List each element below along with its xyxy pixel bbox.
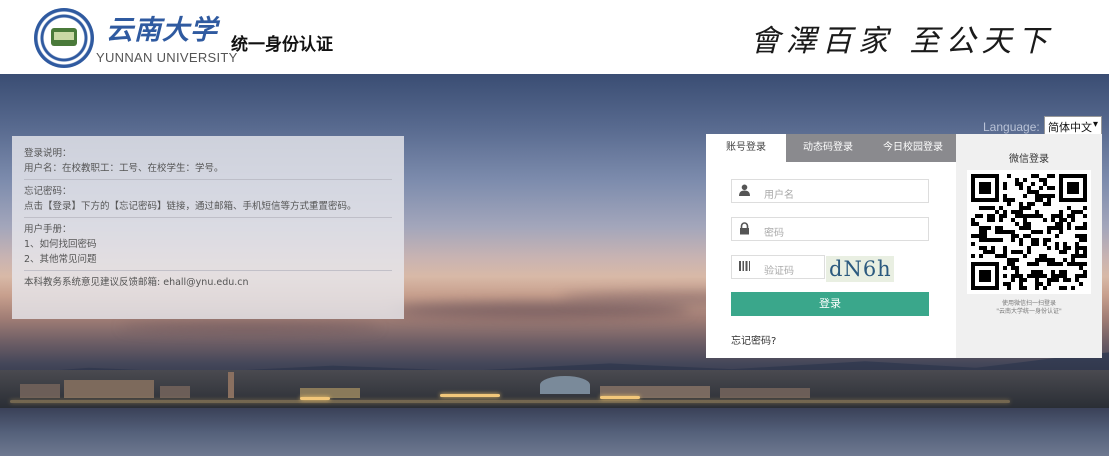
tab-account-login[interactable]: 账号登录 bbox=[706, 134, 786, 162]
username-placeholder: 用户名 bbox=[764, 190, 794, 201]
password-placeholder: 密码 bbox=[764, 228, 784, 239]
info-line: 用户手册： bbox=[24, 224, 72, 235]
captcha-placeholder: 验证码 bbox=[764, 266, 794, 277]
university-motto: 會澤百家 至公天下 bbox=[750, 24, 1054, 59]
password-field[interactable]: 密码 bbox=[731, 217, 929, 241]
info-line: 登录说明： bbox=[24, 148, 72, 159]
language-select[interactable]: 简体中文 ▾ bbox=[1044, 116, 1102, 135]
username-field[interactable]: 用户名 bbox=[731, 179, 929, 203]
login-panel: 账号登录 动态码登录 今日校园登录 用户名 密码 验证码 登录 忘记密码? bbox=[706, 134, 956, 358]
info-line: 用户名：在校教职工：工号、在校学生：学号。 bbox=[24, 163, 224, 174]
wechat-login-title: 微信登录 bbox=[1009, 154, 1049, 165]
feedback-email: 本科教务系统意见建议反馈邮箱: ehall@ynu.edu.cn bbox=[24, 277, 249, 288]
qr-caption-line: 使用微信扫一扫登录 bbox=[1001, 300, 1056, 307]
lock-icon bbox=[739, 222, 751, 236]
language-label: Language: bbox=[983, 120, 1040, 134]
university-name-cn: 云南大学 bbox=[106, 15, 218, 46]
barcode-icon bbox=[739, 260, 751, 274]
language-selected-value: 简体中文 bbox=[1048, 121, 1092, 134]
tab-today-campus-login[interactable]: 今日校园登录 bbox=[870, 134, 956, 162]
info-section-manual: 用户手册： 1、如何找回密码 2、其他常见问题 bbox=[24, 222, 392, 271]
login-button[interactable]: 登录 bbox=[731, 292, 929, 316]
info-line: 点击【登录】下方的【忘记密码】链接，通过邮箱、手机短信等方式重置密码。 bbox=[24, 201, 357, 212]
info-line: 忘记密码： bbox=[24, 186, 72, 197]
chevron-down-icon: ▾ bbox=[1092, 119, 1098, 130]
login-tabs: 账号登录 动态码登录 今日校园登录 bbox=[706, 134, 956, 162]
captcha-image[interactable]: dN6h bbox=[826, 256, 894, 282]
manual-link-faq[interactable]: 2、其他常见问题 bbox=[24, 252, 392, 267]
qr-code-icon bbox=[967, 170, 1091, 294]
info-section-forgot: 忘记密码： 点击【登录】下方的【忘记密码】链接，通过邮箱、手机短信等方式重置密码… bbox=[24, 184, 392, 218]
user-icon bbox=[739, 184, 751, 198]
forgot-password-link[interactable]: 忘记密码? bbox=[731, 332, 776, 347]
manual-link-recover-password[interactable]: 1、如何找回密码 bbox=[24, 237, 392, 252]
qr-caption-line: "云南大学统一身份认证" bbox=[996, 308, 1062, 315]
info-section-feedback: 本科教务系统意见建议反馈邮箱: ehall@ynu.edu.cn bbox=[24, 275, 392, 293]
qr-caption: 使用微信扫一扫登录 "云南大学统一身份认证" bbox=[956, 300, 1102, 316]
login-instructions-panel: 登录说明： 用户名：在校教职工：工号、在校学生：学号。 忘记密码： 点击【登录】… bbox=[12, 136, 404, 319]
captcha-field[interactable]: 验证码 bbox=[731, 255, 825, 279]
university-seal-icon bbox=[34, 8, 94, 68]
university-name-en: YUNNAN UNIVERSITY bbox=[96, 50, 238, 65]
info-section-login: 登录说明： 用户名：在校教职工：工号、在校学生：学号。 bbox=[24, 146, 392, 180]
tab-dynamic-code-login[interactable]: 动态码登录 bbox=[786, 134, 870, 162]
system-title: 统一身份认证 bbox=[231, 35, 333, 55]
wechat-login-panel: 微信登录 使用微信扫一扫登录 "云南大学统一身份认证" bbox=[956, 134, 1102, 358]
site-header: 云南大学 YUNNAN UNIVERSITY 统一身份认证 會澤百家 至公天下 bbox=[0, 0, 1109, 74]
